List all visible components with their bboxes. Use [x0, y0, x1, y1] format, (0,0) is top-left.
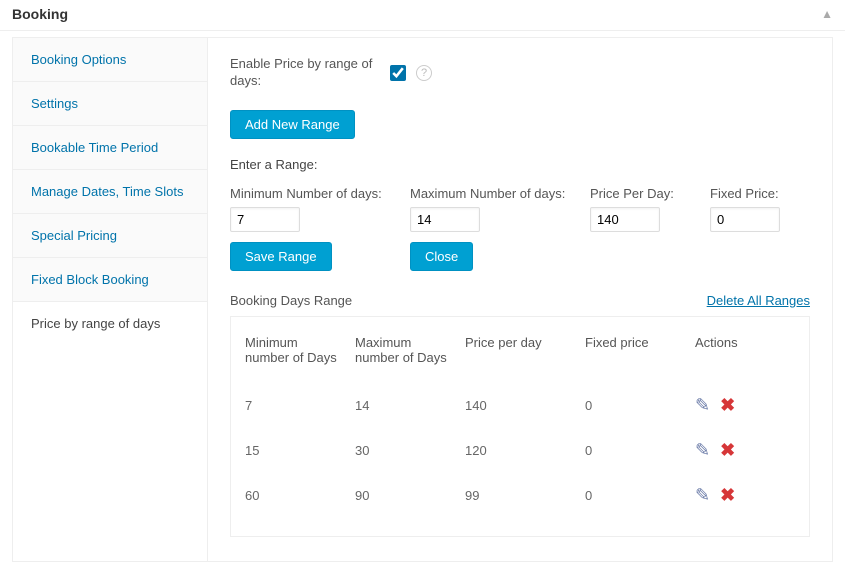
edit-icon[interactable]: ✎ [695, 440, 710, 461]
panel-title: Booking [12, 6, 68, 22]
cell-actions: ✎✖ [689, 383, 801, 428]
collapse-icon[interactable]: ▲ [821, 7, 833, 21]
fixed-price-input[interactable] [710, 207, 780, 232]
button-row: Save Range Close [230, 242, 810, 271]
tab-fixed-block-booking[interactable]: Fixed Block Booking [13, 258, 207, 302]
help-icon[interactable]: ? [416, 65, 432, 81]
save-range-button[interactable]: Save Range [230, 242, 332, 271]
cell-price: 140 [459, 383, 579, 428]
enable-checkbox[interactable] [390, 65, 406, 81]
table-row: 7141400✎✖ [239, 383, 801, 428]
cell-max: 90 [349, 473, 459, 518]
tab-bookable-time-period[interactable]: Bookable Time Period [13, 126, 207, 170]
cell-fixed: 0 [579, 473, 689, 518]
th-fixed: Fixed price [579, 331, 689, 383]
th-price: Price per day [459, 331, 579, 383]
form-row: Minimum Number of days: Maximum Number o… [230, 186, 810, 232]
table-row: 15301200✎✖ [239, 428, 801, 473]
tabs-sidebar: Booking Options Settings Bookable Time P… [13, 38, 208, 561]
fixed-price-label: Fixed Price: [710, 186, 810, 201]
enable-label: Enable Price by range of days: [230, 56, 380, 90]
delete-icon[interactable]: ✖ [720, 440, 735, 461]
delete-all-ranges-link[interactable]: Delete All Ranges [707, 293, 810, 308]
cell-actions: ✎✖ [689, 473, 801, 518]
col-fixed: Fixed Price: [710, 186, 810, 232]
enter-range-label: Enter a Range: [230, 157, 810, 172]
col-max: Maximum Number of days: [410, 186, 590, 232]
close-button[interactable]: Close [410, 242, 473, 271]
min-days-input[interactable] [230, 207, 300, 232]
th-max: Maximum number of Days [349, 331, 459, 383]
col-min: Minimum Number of days: [230, 186, 410, 232]
max-days-label: Maximum Number of days: [410, 186, 590, 201]
tab-special-pricing[interactable]: Special Pricing [13, 214, 207, 258]
tab-manage-dates[interactable]: Manage Dates, Time Slots [13, 170, 207, 214]
cell-max: 30 [349, 428, 459, 473]
range-table-container: Minimum number of Days Maximum number of… [230, 316, 810, 537]
delete-icon[interactable]: ✖ [720, 395, 735, 416]
cell-price: 120 [459, 428, 579, 473]
cell-price: 99 [459, 473, 579, 518]
col-price: Price Per Day: [590, 186, 710, 232]
content-area: Enable Price by range of days: ? Add New… [208, 38, 832, 561]
price-per-day-label: Price Per Day: [590, 186, 710, 201]
tab-booking-options[interactable]: Booking Options [13, 38, 207, 82]
tab-price-by-range[interactable]: Price by range of days [13, 302, 207, 345]
add-new-range-button[interactable]: Add New Range [230, 110, 355, 139]
panel-body: Booking Options Settings Bookable Time P… [12, 37, 833, 562]
enable-row: Enable Price by range of days: ? [230, 56, 810, 90]
edit-icon[interactable]: ✎ [695, 485, 710, 506]
range-table: Minimum number of Days Maximum number of… [239, 331, 801, 518]
cell-max: 14 [349, 383, 459, 428]
th-min: Minimum number of Days [239, 331, 349, 383]
cell-actions: ✎✖ [689, 428, 801, 473]
range-title: Booking Days Range [230, 293, 352, 308]
cell-min: 7 [239, 383, 349, 428]
cell-min: 60 [239, 473, 349, 518]
delete-icon[interactable]: ✖ [720, 485, 735, 506]
min-days-label: Minimum Number of days: [230, 186, 410, 201]
range-header: Booking Days Range Delete All Ranges [230, 293, 810, 308]
cell-fixed: 0 [579, 428, 689, 473]
cell-fixed: 0 [579, 383, 689, 428]
tab-settings[interactable]: Settings [13, 82, 207, 126]
th-actions: Actions [689, 331, 801, 383]
cell-min: 15 [239, 428, 349, 473]
edit-icon[interactable]: ✎ [695, 395, 710, 416]
price-per-day-input[interactable] [590, 207, 660, 232]
panel-header: Booking ▲ [0, 0, 845, 31]
table-row: 6090990✎✖ [239, 473, 801, 518]
max-days-input[interactable] [410, 207, 480, 232]
